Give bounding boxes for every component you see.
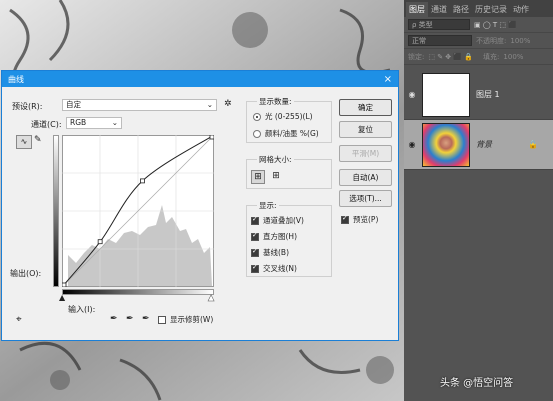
blend-row: 正常 不透明度: 100% (404, 33, 553, 49)
gray-eyedropper-icon[interactable]: ✒ (126, 314, 134, 324)
preview-label: 预览(P) (353, 215, 379, 224)
curve-graph[interactable] (62, 135, 214, 287)
layer-name[interactable]: 背景 (476, 139, 492, 150)
output-gradient-bar (53, 135, 59, 287)
show-option-label: 交叉线(N) (263, 264, 297, 273)
show-option-label: 通道叠加(V) (263, 216, 304, 225)
tab-history[interactable]: 历史记录 (472, 2, 510, 17)
show-title: 显示: (257, 200, 279, 211)
curves-dialog: 曲线 × 预设(R): 自定 ⌄ ✲ 通道(C): RGB ⌄ ∿ ✎ 输出(O… (1, 70, 399, 341)
lock-icons[interactable]: ⬚ ✎ ✥ ⬛ 🔒 (428, 53, 473, 61)
channel-value: RGB (70, 118, 87, 127)
layers-panel: 图层 通道 路径 历史记录 动作 ρ 类型 ▣ ◯ T ⬚ ⬛ 正常 不透明度:… (404, 0, 553, 401)
histogram-checkbox[interactable]: 直方图(H) (251, 231, 297, 242)
dialog-title: 曲线 (8, 74, 24, 84)
show-option-label: 基线(B) (263, 248, 289, 257)
options-button[interactable]: 选项(T)... (339, 190, 392, 207)
checkbox-icon (251, 231, 259, 241)
channel-label: 通道(C): (31, 120, 62, 129)
pigment-radio[interactable]: 颜料/油墨 %(G) (253, 128, 319, 139)
checkbox-icon (251, 247, 259, 257)
fill-label: 填充: (483, 52, 500, 61)
preset-value: 自定 (66, 100, 81, 109)
white-eyedropper-icon[interactable]: ✒ (142, 314, 150, 324)
channel-select[interactable]: RGB ⌄ (66, 117, 122, 129)
display-amount-title: 显示数量: (257, 96, 294, 107)
pencil-icon[interactable]: ✎ (34, 135, 42, 145)
layer-filter-row: ρ 类型 ▣ ◯ T ⬚ ⬛ (404, 17, 553, 33)
fill-value[interactable]: 100% (503, 53, 523, 61)
tab-actions[interactable]: 动作 (510, 2, 532, 17)
gear-icon[interactable]: ✲ (224, 99, 232, 109)
preset-label: 预设(R): (12, 102, 43, 111)
opacity-value[interactable]: 100% (510, 37, 530, 45)
reset-button[interactable]: 复位 (339, 121, 392, 138)
input-gradient-bar (62, 289, 214, 295)
radio-icon (253, 113, 261, 121)
black-point-slider-icon[interactable]: ▲ (59, 293, 65, 302)
checkbox-icon (251, 263, 259, 273)
tab-channels[interactable]: 通道 (428, 2, 450, 17)
baseline-checkbox[interactable]: 基线(B) (251, 247, 289, 258)
light-option-label: 光 (0-255)(L) (265, 112, 313, 121)
lock-label: 锁定: (408, 52, 425, 61)
eye-icon[interactable]: ◉ (404, 90, 420, 99)
smooth-button[interactable]: 平滑(M) (339, 145, 392, 162)
show-group: 显示: 通道叠加(V) 直方图(H) 基线(B) 交叉线(N) (246, 200, 332, 277)
white-point-slider-icon[interactable]: ▲ (208, 293, 215, 303)
kind-filter-select[interactable]: ρ 类型 (408, 19, 470, 30)
checkbox-icon (341, 214, 349, 224)
chevron-down-icon: ⌄ (206, 100, 213, 109)
preset-select[interactable]: 自定 ⌄ (62, 99, 217, 111)
curve-control-point[interactable] (97, 239, 103, 245)
close-icon[interactable]: × (384, 74, 392, 85)
intersection-checkbox[interactable]: 交叉线(N) (251, 263, 297, 274)
layer-thumbnail (422, 122, 470, 167)
curve-control-point[interactable] (62, 282, 67, 287)
show-clipping-checkbox[interactable]: 显示修剪(W) (158, 314, 213, 325)
lock-icon: 🔒 (528, 140, 538, 149)
blend-mode-select[interactable]: 正常 (408, 35, 472, 46)
black-eyedropper-icon[interactable]: ✒ (110, 314, 118, 324)
layer-thumbnail (422, 72, 470, 117)
pigment-option-label: 颜料/油墨 %(G) (265, 129, 319, 138)
dialog-titlebar[interactable]: 曲线 × (2, 71, 398, 87)
show-clipping-label: 显示修剪(W) (170, 315, 214, 324)
eye-icon[interactable]: ◉ (404, 140, 420, 149)
checkbox-icon (251, 215, 259, 225)
input-label: 输入(I): (68, 305, 96, 314)
grid-size-title: 网格大小: (257, 154, 294, 165)
ok-button[interactable]: 确定 (339, 99, 392, 116)
tab-layers[interactable]: 图层 (406, 2, 428, 17)
show-option-label: 直方图(H) (263, 232, 297, 241)
curve-point-tool-icon[interactable]: ∿ (16, 135, 32, 149)
light-radio[interactable]: 光 (0-255)(L) (253, 111, 313, 122)
checkbox-icon (158, 316, 166, 324)
preview-checkbox[interactable]: 预览(P) (341, 214, 378, 225)
display-amount-group: 显示数量: 光 (0-255)(L) 颜料/油墨 %(G) (246, 96, 332, 143)
channel-overlay-checkbox[interactable]: 通道叠加(V) (251, 215, 304, 226)
auto-button[interactable]: 自动(A) (339, 169, 392, 186)
filter-icons[interactable]: ▣ ◯ T ⬚ ⬛ (474, 21, 517, 29)
layer-name[interactable]: 图层 1 (476, 89, 500, 100)
curve-control-point[interactable] (209, 135, 214, 140)
curve-control-point[interactable] (140, 178, 145, 184)
tab-paths[interactable]: 路径 (450, 2, 472, 17)
target-adjust-icon[interactable]: ⌖ (16, 314, 22, 325)
radio-icon (253, 130, 261, 138)
output-label: 输出(O): (10, 269, 42, 278)
simple-grid-icon[interactable]: ⊞ (251, 170, 265, 184)
opacity-label: 不透明度: (476, 36, 507, 45)
chevron-down-icon: ⌄ (111, 118, 118, 127)
watermark: 头条 @悟空问答 (440, 378, 514, 389)
panel-tabs: 图层 通道 路径 历史记录 动作 (404, 0, 553, 17)
detailed-grid-icon[interactable]: ⊞ (269, 170, 283, 184)
layer-row[interactable]: ◉ 图层 1 (404, 70, 553, 120)
grid-size-group: 网格大小: ⊞ ⊞ (246, 154, 332, 189)
lock-row: 锁定: ⬚ ✎ ✥ ⬛ 🔒 填充: 100% (404, 49, 553, 65)
layer-row-selected[interactable]: ◉ 背景 🔒 (404, 120, 553, 170)
